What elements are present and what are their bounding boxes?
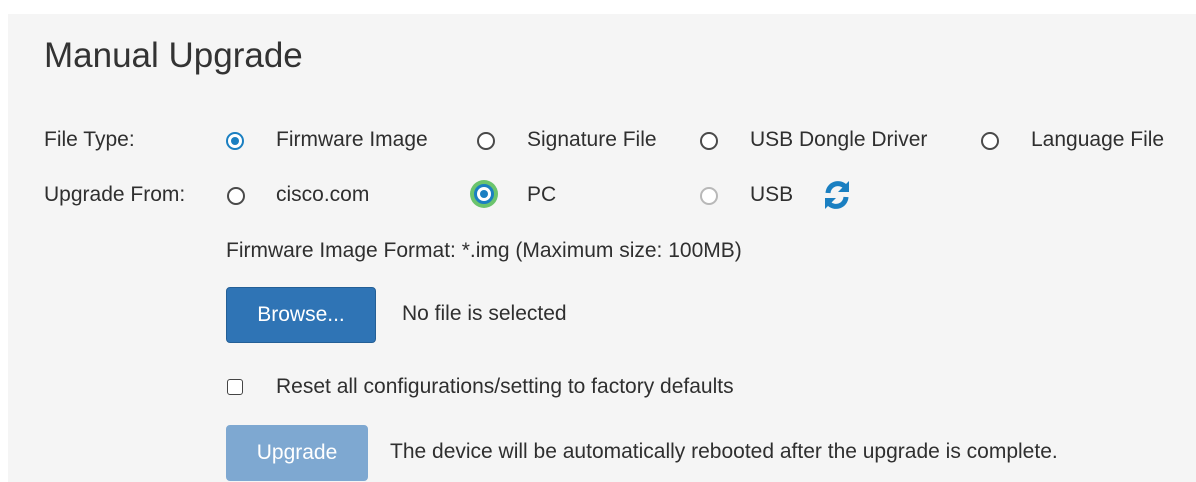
upgrade-button: Upgrade — [226, 425, 368, 481]
radio-firmware-image-label[interactable]: Firmware Image — [276, 128, 428, 152]
file-status-text: No file is selected — [402, 302, 567, 325]
refresh-icon[interactable] — [820, 178, 854, 212]
browse-button[interactable]: Browse... — [226, 287, 376, 343]
firmware-format-note: Firmware Image Format: *.img (Maximum si… — [226, 239, 742, 262]
page-title: Manual Upgrade — [44, 36, 303, 75]
radio-firmware-image[interactable] — [226, 132, 244, 150]
radio-cisco-com[interactable] — [227, 187, 245, 205]
radio-cisco-com-label[interactable]: cisco.com — [276, 183, 369, 207]
radio-language-file-label[interactable]: Language File — [1031, 128, 1164, 152]
radio-usb-label: USB — [750, 183, 794, 206]
radio-pc[interactable] — [474, 184, 494, 204]
reset-factory-defaults-checkbox[interactable] — [227, 379, 243, 395]
file-type-label: File Type: — [44, 128, 135, 151]
radio-usb — [700, 187, 718, 205]
radio-signature-file[interactable] — [477, 132, 495, 150]
radio-signature-file-label[interactable]: Signature File — [527, 128, 657, 152]
radio-usb-dongle-driver[interactable] — [700, 132, 718, 150]
upgrade-note: The device will be automatically reboote… — [390, 440, 1058, 463]
upgrade-from-label: Upgrade From: — [44, 183, 186, 206]
radio-usb-dongle-driver-label[interactable]: USB Dongle Driver — [750, 128, 927, 152]
radio-language-file[interactable] — [981, 132, 999, 150]
reset-factory-defaults-label[interactable]: Reset all configurations/setting to fact… — [276, 375, 734, 399]
radio-pc-label[interactable]: PC — [527, 183, 556, 207]
